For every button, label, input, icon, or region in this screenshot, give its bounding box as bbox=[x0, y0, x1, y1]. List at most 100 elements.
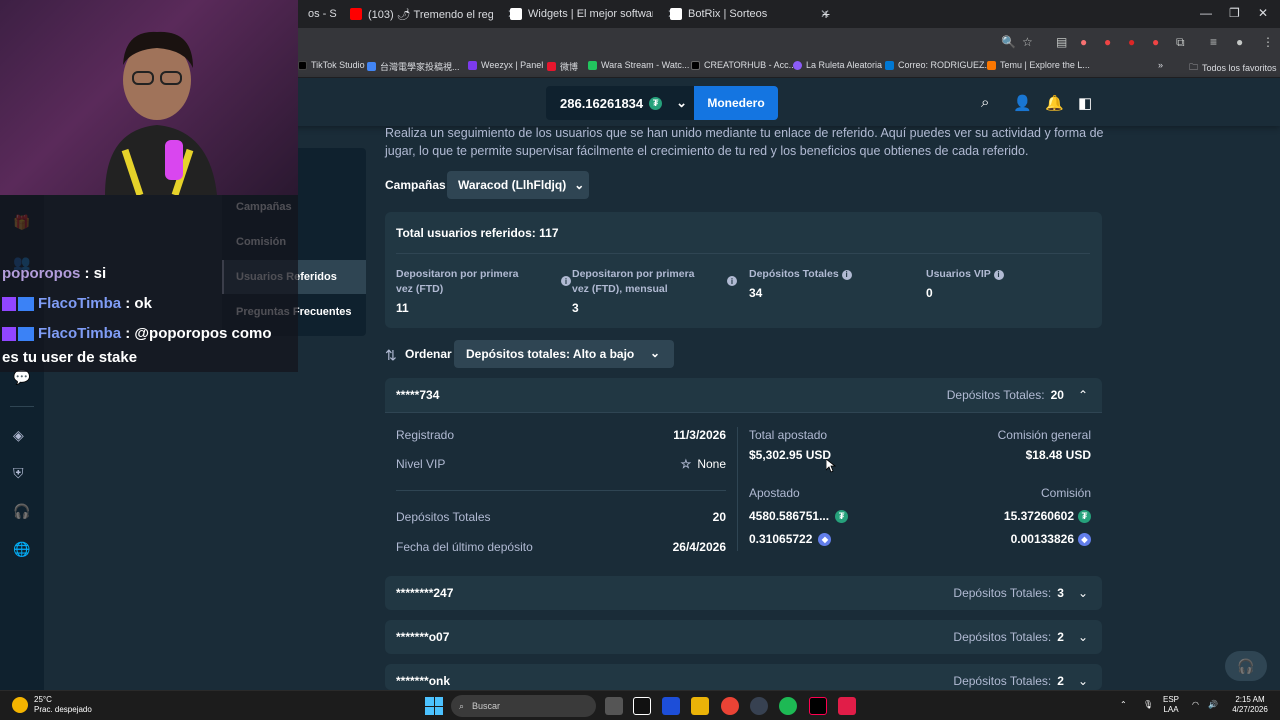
extension-icon[interactable]: ● bbox=[1080, 35, 1087, 49]
app-icon[interactable] bbox=[838, 697, 856, 715]
headset-icon: 🎧 bbox=[1237, 657, 1255, 674]
bookmark[interactable]: Wara Stream - Watc... bbox=[588, 60, 689, 70]
chevron-up-icon[interactable]: ⌃ bbox=[1078, 388, 1088, 402]
bookmark[interactable]: TikTok Studio bbox=[298, 60, 365, 70]
tab-title: (103) 🌶 Tremendo el reggaet bbox=[368, 8, 493, 21]
new-tab-button[interactable]: + bbox=[822, 6, 830, 22]
extension-icon[interactable]: ▤ bbox=[1056, 35, 1067, 49]
windows-taskbar: 25°C Prac. despejado ⌕ Buscar ⌃ 🎙 ESP LAA ◠… bbox=[0, 690, 1280, 720]
deposits-label: Depósitos Totales: bbox=[953, 630, 1052, 644]
info-icon[interactable]: i bbox=[727, 276, 737, 286]
commission-usdt-amount: 15.37260602 bbox=[1003, 509, 1074, 523]
search-icon: ⌕ bbox=[459, 700, 465, 711]
task-view-icon[interactable] bbox=[605, 697, 623, 715]
search-icon[interactable]: ⌕ bbox=[981, 94, 989, 111]
wallet-button[interactable]: Monedero bbox=[694, 86, 778, 120]
sidebar-toggle-icon[interactable]: ◧ bbox=[1078, 94, 1092, 112]
bookmark[interactable]: CREATORHUB - Acc... bbox=[691, 60, 796, 70]
bookmark[interactable]: Weezyx | Panel bbox=[468, 60, 543, 70]
referral-header[interactable]: *****734 Depósitos Totales: 20 ⌃ bbox=[385, 378, 1102, 412]
volume-icon[interactable]: 🔊 bbox=[1208, 700, 1218, 710]
info-icon[interactable]: i bbox=[561, 276, 571, 286]
tab-title: os - S bbox=[308, 8, 337, 20]
balance-amount: 286.16261834 bbox=[560, 95, 644, 111]
deposits-label: Depósitos Totales bbox=[396, 510, 491, 524]
sort-icon: ⇅ bbox=[385, 347, 397, 363]
referral-header[interactable]: ********247 Depósitos Totales: 3 ⌄ bbox=[385, 576, 1102, 610]
taskbar-search[interactable]: ⌕ Buscar bbox=[451, 695, 596, 717]
deposits-count: 2 bbox=[1057, 630, 1064, 644]
extension-icon[interactable]: ● bbox=[1128, 35, 1135, 49]
bookmark[interactable]: Correo: RODRIGUEZ... bbox=[885, 60, 992, 70]
all-bookmarks[interactable]: 🗀 Todos los favoritos bbox=[1189, 60, 1277, 76]
network-icon[interactable]: ◠ bbox=[1192, 700, 1199, 710]
stat-value: 11 bbox=[396, 301, 409, 315]
bookmark[interactable]: 台灣電學家投稿視... bbox=[367, 60, 460, 73]
folder-icon: 🗀 bbox=[1189, 62, 1199, 72]
sponsorship-icon[interactable]: ◈ bbox=[13, 427, 24, 444]
bookmark[interactable]: La Ruleta Aleatoria bbox=[793, 60, 882, 70]
file-explorer-icon[interactable] bbox=[691, 697, 709, 715]
tiktok-icon[interactable] bbox=[809, 697, 827, 715]
stat-total-deposits: Depósitos Totales i 34 bbox=[749, 267, 919, 300]
extension-icon[interactable]: ● bbox=[1104, 35, 1111, 49]
chevron-down-icon[interactable]: ⌄ bbox=[1078, 630, 1088, 644]
app-icon[interactable] bbox=[750, 697, 768, 715]
temperature: 25°C bbox=[34, 695, 52, 704]
shield-icon[interactable]: ⛨ bbox=[13, 465, 24, 482]
user-icon[interactable]: 👤 bbox=[1013, 94, 1032, 112]
tab-widgets[interactable]: Widgets | El mejor software pa✕ bbox=[500, 0, 687, 28]
stat-vip-users: Usuarios VIP i 0 bbox=[926, 267, 1096, 300]
menu-list-icon[interactable]: ≡ bbox=[1210, 35, 1217, 49]
campaign-select[interactable]: Waracod (LlhFldjq) ⌄ bbox=[447, 171, 589, 199]
app-icon[interactable] bbox=[633, 697, 651, 715]
bookmark[interactable]: 微博 bbox=[547, 60, 578, 73]
balance-display[interactable]: 286.16261834 ₮ ⌄ bbox=[546, 86, 694, 120]
windows-start-icon[interactable] bbox=[425, 697, 443, 715]
bookmark-label: CREATORHUB - Acc... bbox=[704, 60, 797, 70]
app-icon[interactable] bbox=[662, 697, 680, 715]
ruleta-icon bbox=[793, 60, 802, 70]
chevron-down-icon[interactable]: ⌄ bbox=[1078, 586, 1088, 600]
deposits-value: 20 bbox=[712, 510, 726, 524]
more-icon[interactable]: ⋮ bbox=[1262, 35, 1274, 49]
maximize-icon[interactable]: ❐ bbox=[1229, 6, 1240, 20]
info-icon[interactable]: i bbox=[993, 269, 1004, 280]
chevron-down-icon[interactable]: ⌄ bbox=[1078, 674, 1088, 688]
headset-icon[interactable]: 🎧 bbox=[13, 503, 30, 520]
extension-icon[interactable]: ● bbox=[1152, 35, 1159, 49]
language-indicator[interactable]: ESP LAA bbox=[1163, 695, 1179, 715]
campaigns-label: Campañas bbox=[385, 178, 446, 192]
window-close-icon[interactable]: ✕ bbox=[1258, 6, 1268, 20]
bell-icon[interactable]: 🔔 bbox=[1045, 94, 1064, 112]
bookmark[interactable]: Temu | Explore the L... bbox=[987, 60, 1090, 70]
chat-message: poporopos : si bbox=[2, 265, 106, 282]
info-icon[interactable]: i bbox=[841, 269, 852, 280]
referral-header[interactable]: *******onk Depósitos Totales: 2 ⌄ bbox=[385, 664, 1102, 690]
deposits-label: Depósitos Totales: bbox=[953, 674, 1052, 688]
tether-icon: ₮ bbox=[1078, 509, 1091, 523]
star-icon[interactable]: ☆ bbox=[1022, 35, 1033, 49]
puzzle-icon[interactable]: ⧉ bbox=[1176, 35, 1185, 50]
spotify-icon[interactable] bbox=[779, 697, 797, 715]
order-select[interactable]: Depósitos totales: Alto a bajo ⌄ bbox=[454, 340, 674, 368]
clock[interactable]: 2:15 AM 4/27/2026 bbox=[1228, 695, 1272, 715]
tray-overflow-icon[interactable]: ⌃ bbox=[1120, 700, 1127, 710]
zoom-icon[interactable]: 🔍 bbox=[1001, 35, 1016, 49]
weather-widget[interactable]: 25°C Prac. despejado bbox=[12, 695, 92, 715]
profile-icon[interactable]: ● bbox=[1236, 35, 1243, 49]
tab-botrix[interactable]: BotRix | Sorteos ✕ bbox=[660, 0, 840, 28]
tab-youtube[interactable]: (103) 🌶 Tremendo el reggaet✕ bbox=[340, 0, 527, 28]
globe-icon[interactable]: 🌐 bbox=[13, 541, 30, 558]
tiktok-icon bbox=[298, 60, 307, 70]
wagered-usdt: 4580.586751... ₮ bbox=[749, 509, 849, 523]
chrome-icon[interactable] bbox=[721, 697, 739, 715]
minimize-icon[interactable]: — bbox=[1200, 6, 1212, 20]
streamer-image bbox=[105, 31, 217, 195]
live-support-button[interactable]: 🎧 bbox=[1225, 651, 1267, 681]
bookmarks-overflow-icon[interactable]: » bbox=[1158, 60, 1163, 70]
chat-text: : ok bbox=[121, 295, 152, 312]
referral-header[interactable]: *******o07 Depósitos Totales: 2 ⌄ bbox=[385, 620, 1102, 654]
microphone-icon[interactable]: 🎙 bbox=[1143, 700, 1153, 710]
registered-label: Registrado bbox=[396, 428, 455, 442]
